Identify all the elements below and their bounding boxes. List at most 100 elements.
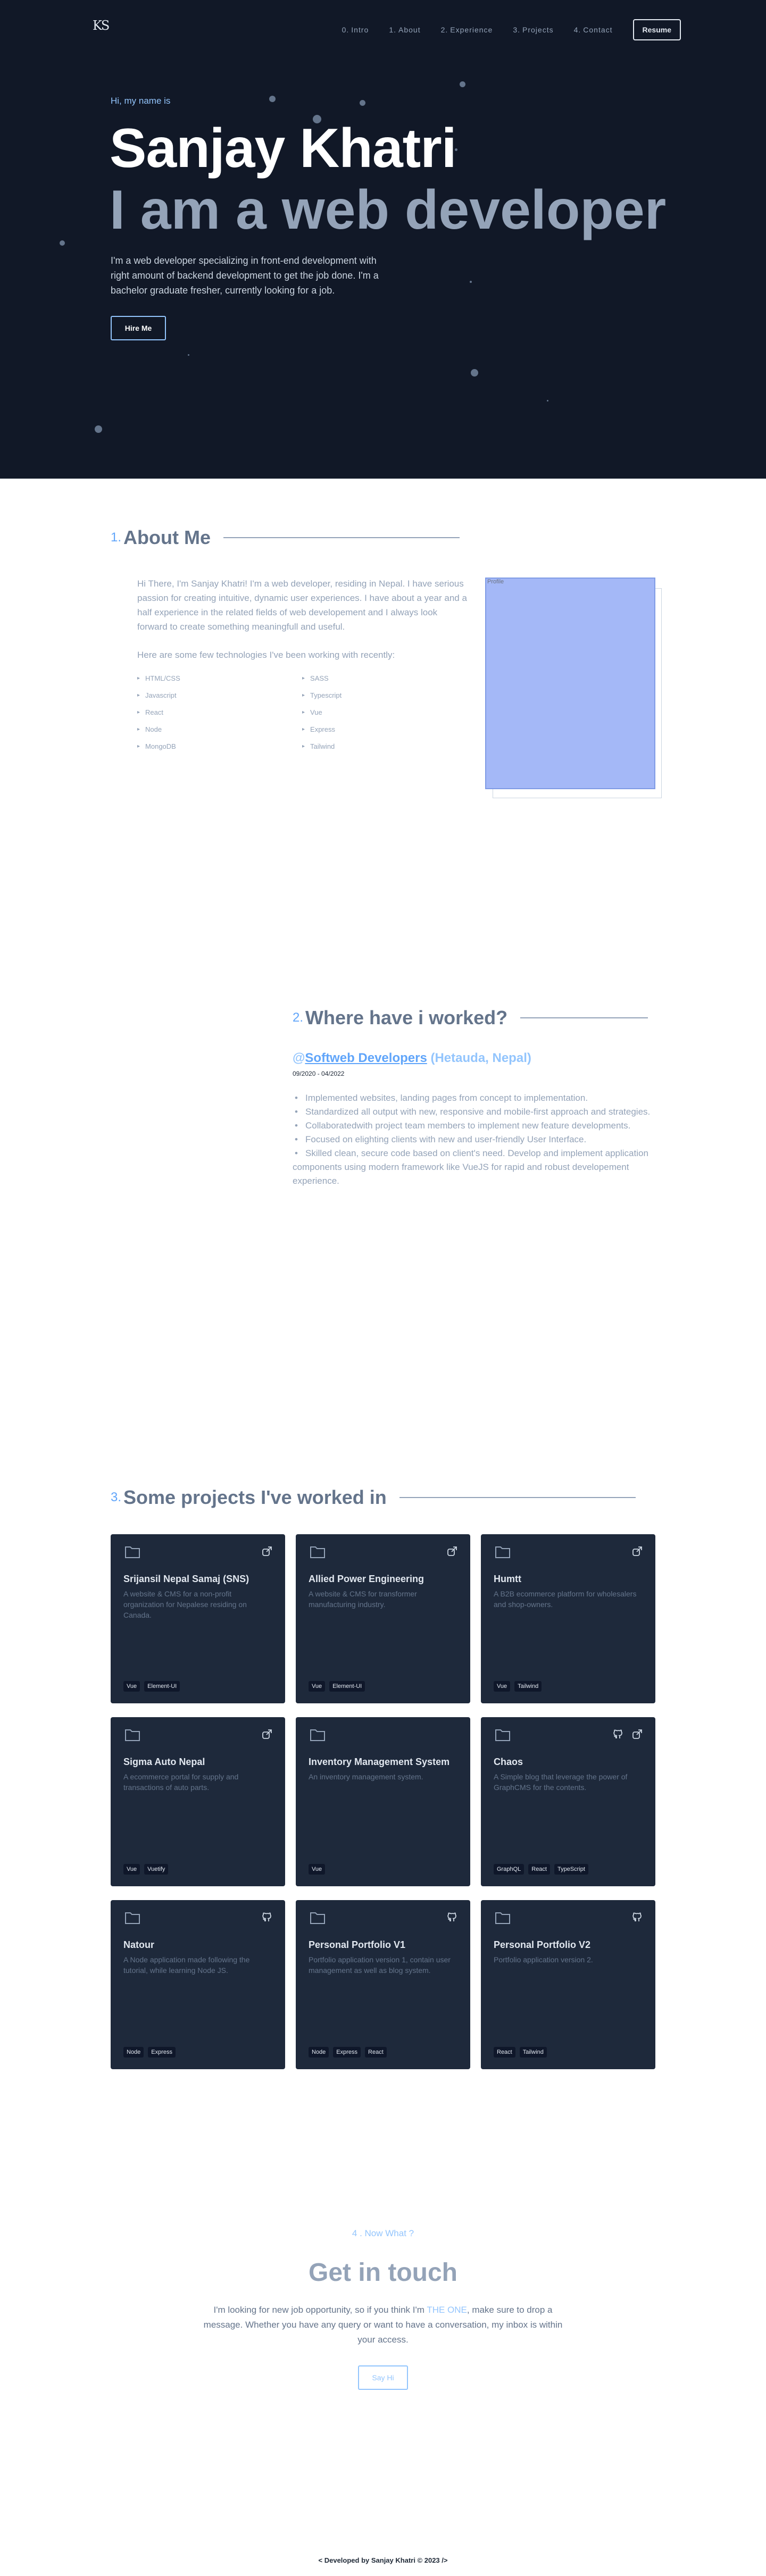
section-number: 1. [111,530,122,545]
bullet-icon: ▸ [137,692,140,698]
profile-photo [485,578,655,789]
project-title: Humtt [494,1574,521,1584]
star-decoration [471,369,478,377]
project-tags: Vue Tailwind [494,1681,542,1692]
nav-links: 0. Intro 1. About 2. Experience 3. Projects … [342,19,681,40]
folder-icon [124,1545,140,1561]
project-card[interactable]: Sigma Auto Nepal A ecommerce portal for s… [111,1717,285,1886]
site-logo[interactable]: KS [93,18,110,33]
project-links [262,1546,272,1559]
external-link-icon[interactable] [447,1546,457,1559]
tech-item: ▸ Node [137,725,162,733]
bullet-icon: ▸ [302,726,305,732]
nav-link-contact[interactable]: 4. Contact [574,26,613,34]
project-tags: Vue Element-UI [123,1681,180,1692]
bullet-icon: ▸ [302,675,305,681]
project-card[interactable]: Inventory Management System An inventory … [296,1717,470,1886]
bullet-icon: ▸ [302,743,305,749]
project-description: An inventory management system. [309,1772,423,1781]
project-card[interactable]: Chaos A Simple blog that leverage the pow… [481,1717,655,1886]
section-title: About Me [123,526,211,548]
project-title: Sigma Auto Nepal [123,1757,205,1767]
github-icon[interactable] [447,1912,457,1925]
tech-tag: Vue [123,1681,140,1692]
project-links [447,1546,457,1559]
tech-tag: Node [123,2047,144,2058]
external-link-icon[interactable] [262,1729,272,1742]
project-links [447,1912,457,1925]
github-icon[interactable] [262,1912,272,1925]
project-description: A Simple blog that leverage the power of… [494,1772,628,1792]
project-tags: GraphQL React TypeScript [494,1864,588,1875]
duty-item: Focused on elighting clients with new an… [293,1133,654,1147]
star-decoration [460,81,465,87]
star-decoration [269,96,276,102]
project-tags: Node Express [123,2047,176,2058]
project-tags: Vue [309,1864,326,1875]
hero-intro: Hi, my name is [111,96,171,106]
hero-name: Sanjay Khatri [110,118,457,179]
section-title: Where have i worked? [305,1007,508,1028]
tech-item: ▸ Tailwind [302,742,335,750]
folder-icon [310,1728,326,1744]
star-decoration [360,100,365,106]
tech-tag: React [494,2047,515,2058]
nav-link-projects[interactable]: 3. Projects [513,26,553,34]
bullet-icon: ▸ [302,692,305,698]
duty-item: Skilled clean, secure code based on clie… [293,1147,654,1188]
tech-item: ▸ Javascript [137,691,177,699]
tech-tag: Express [148,2047,176,2058]
external-link-icon[interactable] [632,1729,643,1742]
project-title: Personal Portfolio V1 [309,1939,406,1950]
duty-item: Standardized all output with new, respon… [293,1105,654,1119]
github-icon[interactable] [632,1912,643,1925]
project-card[interactable]: Humtt A B2B ecommerce platform for wholes… [481,1534,655,1703]
project-card[interactable]: Srijansil Nepal Samaj (SNS) A website & C… [111,1534,285,1703]
project-tags: Vue Element-UI [309,1681,365,1692]
project-card[interactable]: Personal Portfolio V2 Portfolio applicati… [481,1900,655,2069]
bullet-icon: ▸ [137,726,140,732]
highlight-text: THE ONE [427,2305,467,2315]
tech-tag: Vue [123,1864,140,1875]
duty-item: Collaboratedwith project team members to… [293,1119,654,1133]
profile-photo-alt: Profile [487,579,504,585]
project-card[interactable]: Natour A Node application made following … [111,1900,285,2069]
company-link[interactable]: Softweb Developers [305,1051,427,1065]
tech-tag: Vuetify [144,1864,169,1875]
project-tags: Node Express React [309,2047,387,2058]
project-tags: React Tailwind [494,2047,547,2058]
project-description: A ecommerce portal for supply and transa… [123,1772,239,1792]
project-title: Allied Power Engineering [309,1574,424,1584]
star-decoration [60,240,65,246]
tech-item: ▸ Express [302,725,335,733]
project-card[interactable]: Personal Portfolio V1 Portfolio applicati… [296,1900,470,2069]
external-link-icon[interactable] [632,1546,643,1559]
hero-description: I'm a web developer specializing in fron… [111,255,379,296]
folder-icon [495,1545,511,1561]
project-card[interactable]: Allied Power Engineering A website & CMS … [296,1534,470,1703]
external-link-icon[interactable] [262,1546,272,1559]
bullet-icon: ▸ [137,675,140,681]
github-icon[interactable] [613,1729,623,1742]
project-grid: Srijansil Nepal Samaj (SNS) A website & C… [111,1534,655,2069]
say-hi-button[interactable]: Say Hi [358,2365,408,2390]
nav-link-experience[interactable]: 2. Experience [441,26,493,34]
projects-heading: 3. Some projects I've worked in [111,1486,636,1509]
top-navbar: KS 0. Intro 1. About 2. Experience 3. Projec… [0,0,766,51]
star-decoration [188,354,189,356]
nav-link-about[interactable]: 1. About [389,26,420,34]
nav-link-intro[interactable]: 0. Intro [342,26,369,34]
tech-tag: Element-UI [144,1681,180,1692]
bullet-icon: ▸ [137,709,140,715]
resume-button[interactable]: Resume [632,19,681,40]
hire-me-button[interactable]: Hire Me [111,316,166,340]
bullet-icon: ▸ [302,709,305,715]
about-heading: 1. About Me [111,526,460,549]
folder-icon [495,1728,511,1744]
project-links [632,1912,643,1925]
project-tags: Vue Vuetify [123,1864,169,1875]
company-heading: @Softweb Developers (Hetauda, Nepal) [293,1051,531,1065]
tech-tag: GraphQL [494,1864,524,1875]
tech-tag: Express [333,2047,361,2058]
section-number: 2. [293,1010,304,1025]
